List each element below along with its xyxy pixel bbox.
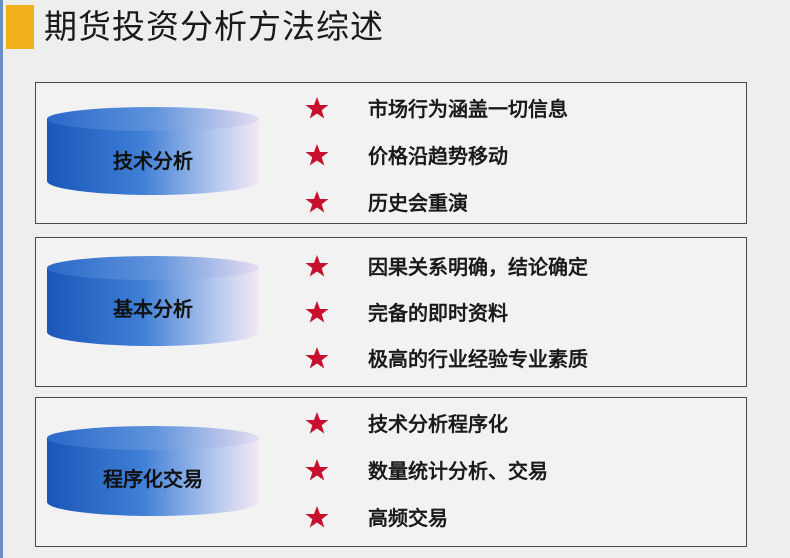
star-icon: [305, 301, 329, 323]
star-icon: [305, 191, 329, 213]
bullet-text: 高频交易: [368, 506, 448, 530]
bullet-text: 数量统计分析、交易: [368, 459, 548, 483]
star-icon: [305, 97, 329, 119]
bullet-text: 价格沿趋势移动: [368, 144, 508, 168]
title-accent-block: [6, 5, 34, 49]
panel-label: 技术分析: [113, 149, 193, 173]
star-icon: [305, 255, 329, 277]
star-icon: [305, 506, 329, 528]
bullet-text: 市场行为涵盖一切信息: [368, 97, 568, 121]
bullet-text: 极高的行业经验专业素质: [368, 347, 588, 371]
left-edge-bar: [0, 0, 3, 558]
bullet-text: 完备的即时资料: [368, 301, 508, 325]
panel-technical-analysis: 技术分析 市场行为涵盖一切信息 价格沿趋势移动 历史会重演: [35, 82, 747, 224]
panel-label: 基本分析: [113, 297, 193, 321]
page-title: 期货投资分析方法综述: [44, 7, 384, 46]
panel-label: 程序化交易: [103, 467, 203, 491]
star-icon: [305, 347, 329, 369]
star-icon: [305, 144, 329, 166]
star-icon: [305, 412, 329, 434]
bullet-text: 因果关系明确，结论确定: [368, 255, 588, 279]
bullet-text: 技术分析程序化: [368, 412, 508, 436]
panel-fundamental-analysis: 基本分析 因果关系明确，结论确定 完备的即时资料 极高的行业经验专业素质: [35, 237, 747, 387]
star-icon: [305, 459, 329, 481]
panel-programmatic-trading: 程序化交易 技术分析程序化 数量统计分析、交易 高频交易: [35, 397, 747, 547]
bullet-text: 历史会重演: [368, 191, 468, 215]
